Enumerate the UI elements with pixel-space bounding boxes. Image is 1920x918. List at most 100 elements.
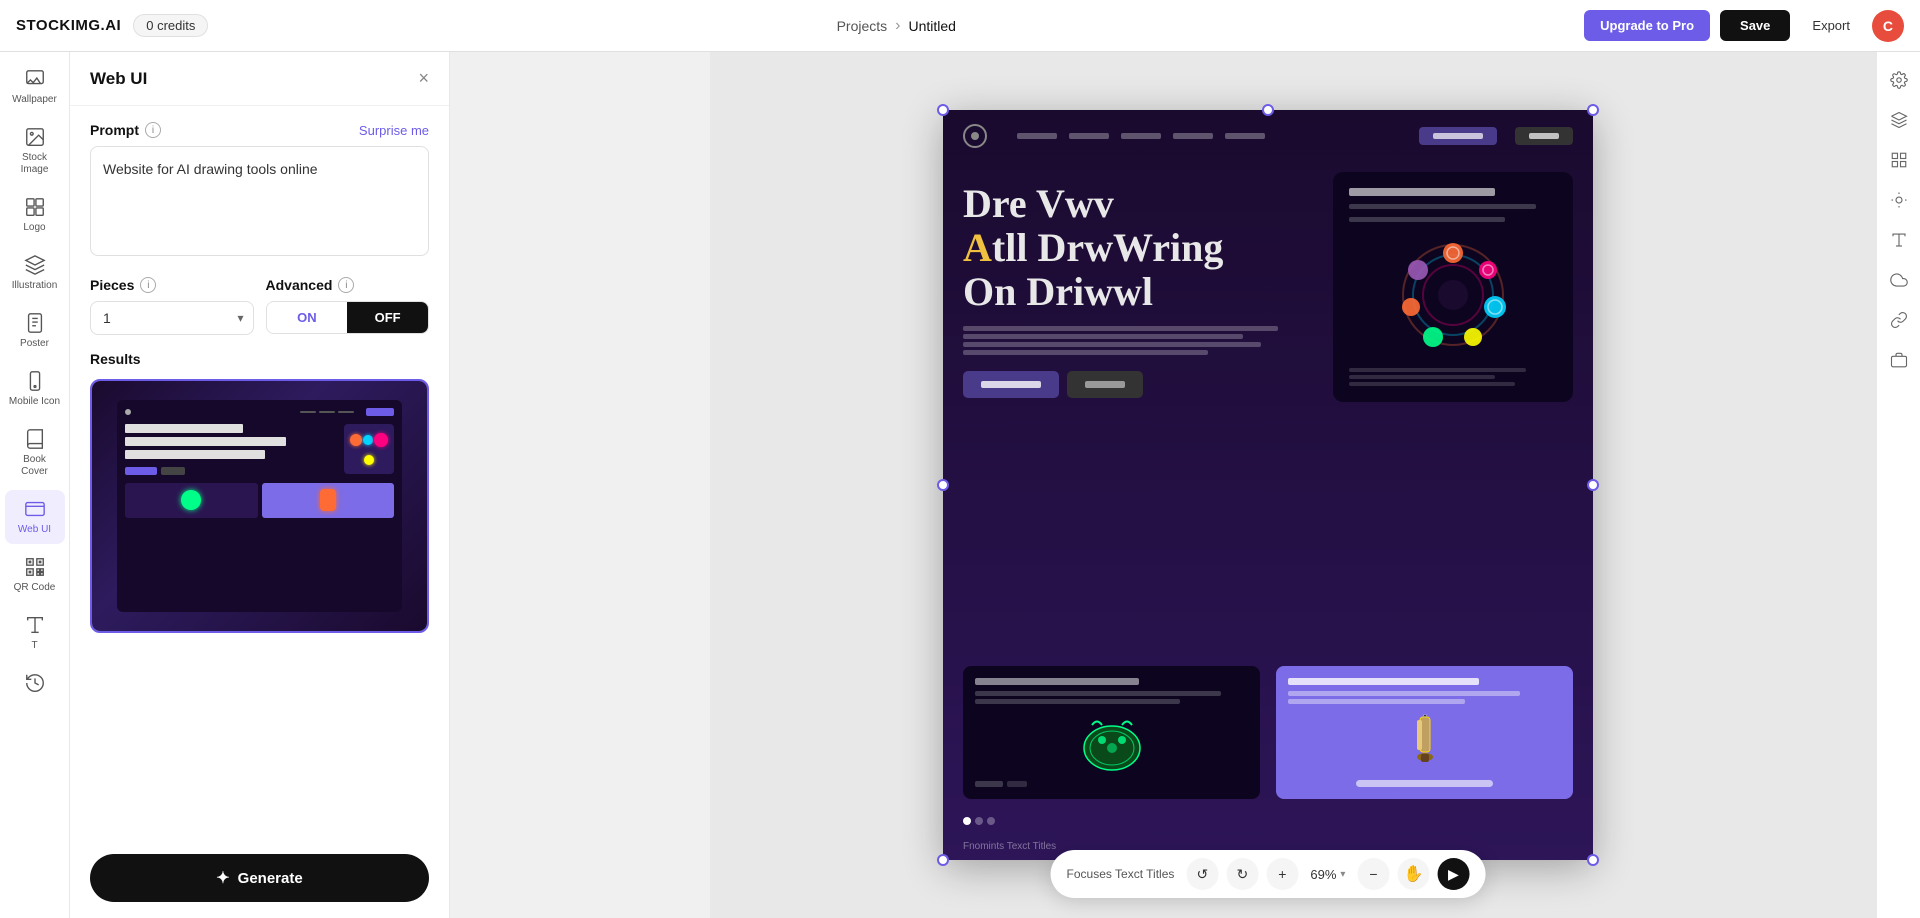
gen-mandala [1349,230,1557,360]
save-button[interactable]: Save [1720,10,1790,41]
play-button[interactable]: ▶ [1437,858,1469,890]
breadcrumb: Projects › Untitled [837,17,956,35]
gen-hero-card [1333,172,1573,402]
gen-nav [943,110,1593,162]
topbar-right: Upgrade to Pro Save Export C [1584,10,1904,42]
sidebar-item-qr-code[interactable]: QR Code [5,548,65,602]
pan-mode-button[interactable]: ✋ [1397,858,1429,890]
redo-button[interactable]: ↻ [1226,858,1258,890]
gen-hero-left: Dre Vwv Atll DrwWring On Driwwl [963,172,1313,646]
left-sidebar: Wallpaper Stock Image Logo Illustration [0,52,70,918]
sidebar-item-illustration[interactable]: Illustration [5,246,65,300]
gen-content: Dre Vwv Atll DrwWring On Driwwl [943,110,1593,860]
settings-button[interactable] [1883,64,1915,96]
grid-icon [1890,151,1908,169]
sidebar-item-logo[interactable]: Logo [5,188,65,242]
sidebar-item-history[interactable] [5,664,65,702]
avatar[interactable]: C [1872,10,1904,42]
sidebar-item-poster[interactable]: Poster [5,304,65,358]
canvas-main: Dre Vwv Atll DrwWring On Driwwl [710,52,1826,918]
pieces-advanced-row: Pieces i 1 2 3 4 ▾ A [90,277,429,335]
toggle-on-button[interactable]: ON [267,302,348,333]
upgrade-button[interactable]: Upgrade to Pro [1584,10,1710,41]
panel-header: Web UI × [70,52,449,106]
undo-button[interactable]: ↺ [1186,858,1218,890]
layers-button[interactable] [1883,104,1915,136]
surprise-me-link[interactable]: Surprise me [359,123,429,138]
prompt-textarea[interactable] [90,146,429,256]
mini-image-box [344,424,394,474]
topbar-left: STOCKIMG.AI 0 credits [16,14,208,37]
toggle-off-button[interactable]: OFF [347,302,428,333]
cloud-button[interactable] [1883,264,1915,296]
pieces-info-icon[interactable]: i [140,277,156,293]
sidebar-item-text[interactable]: T [5,606,65,660]
breadcrumb-projects[interactable]: Projects [837,18,888,34]
pieces-select-wrap: 1 2 3 4 ▾ [90,301,254,335]
pieces-label: Pieces [90,277,134,293]
prompt-info-icon[interactable]: i [145,122,161,138]
result-image-inner [92,381,427,631]
canvas-wrapper: Dre Vwv Atll DrwWring On Driwwl [943,110,1593,860]
mobile-icon-icon [24,370,46,392]
panel-close-button[interactable]: × [418,68,429,89]
gen-bottom-section [943,656,1593,809]
export-button[interactable]: Export [1800,10,1862,41]
gen-hero-desc [963,326,1313,355]
generate-wrap: ✦ Generate [70,838,449,918]
canvas-footer-text: Focuses Texct Titles [1067,867,1175,881]
mini-preview [117,400,402,613]
sparkle-icon: ✦ [216,868,229,888]
gen-hero: Dre Vwv Atll DrwWring On Driwwl [943,162,1593,656]
canvas-left-margin [450,52,710,918]
animal-svg [1072,710,1152,775]
stock-image-icon [24,126,46,148]
shapes-icon [1890,191,1908,209]
canvas-viewport[interactable]: Dre Vwv Atll DrwWring On Driwwl [943,110,1593,860]
progress-dot-1 [963,817,971,825]
sidebar-item-mobile-icon[interactable]: Mobile Icon [5,362,65,416]
app-logo: STOCKIMG.AI [16,17,121,34]
advanced-info-icon[interactable]: i [338,277,354,293]
prompt-section: Prompt i Surprise me [90,122,429,261]
wallpaper-icon [24,68,46,90]
link-button[interactable] [1883,304,1915,336]
zoom-out-button[interactable]: − [1357,858,1389,890]
sidebar-item-book-cover[interactable]: Book Cover [5,420,65,486]
zoom-chevron-icon: ▾ [1340,869,1345,880]
results-label: Results [90,351,429,367]
gen-nav-logo [963,124,987,148]
gen-secondary-btn [1067,371,1143,398]
sidebar-item-stock-image[interactable]: Stock Image [5,118,65,184]
result-image[interactable] [90,379,429,633]
illustration-icon [24,254,46,276]
canvas-area: Dre Vwv Atll DrwWring On Driwwl [450,52,1876,918]
gen-footer-text: Fnomints Texct Titles [963,841,1056,852]
gen-card-sub1 [1349,204,1536,209]
gen-bottom-card-1 [963,666,1260,799]
sidebar-item-web-ui[interactable]: Web UI [5,490,65,544]
zoom-level: 69% [1310,867,1336,882]
advanced-col: Advanced i ON OFF [266,277,430,334]
handle-mid-left[interactable] [937,479,949,491]
grid-button[interactable] [1883,144,1915,176]
poster-icon [24,312,46,334]
shapes-button[interactable] [1883,184,1915,216]
web-ui-icon [24,498,46,520]
sidebar-item-wallpaper[interactable]: Wallpaper [5,60,65,114]
pieces-select[interactable]: 1 2 3 4 [90,301,254,335]
handle-top-left[interactable] [937,104,949,116]
generate-button[interactable]: ✦ Generate [90,854,429,902]
cloud-icon [1890,271,1908,289]
stack-button[interactable] [1883,344,1915,376]
credits-badge[interactable]: 0 credits [133,14,208,37]
zoom-in-button[interactable]: + [1266,858,1298,890]
zoom-display[interactable]: 69% ▾ [1306,867,1349,882]
handle-mid-top[interactable] [1262,104,1274,116]
text-tool-button[interactable] [1883,224,1915,256]
handle-top-right[interactable] [1587,104,1599,116]
gen-hero-right [1333,172,1573,646]
handle-bottom-right[interactable] [1587,854,1599,866]
handle-mid-right[interactable] [1587,479,1599,491]
handle-bottom-left[interactable] [937,854,949,866]
